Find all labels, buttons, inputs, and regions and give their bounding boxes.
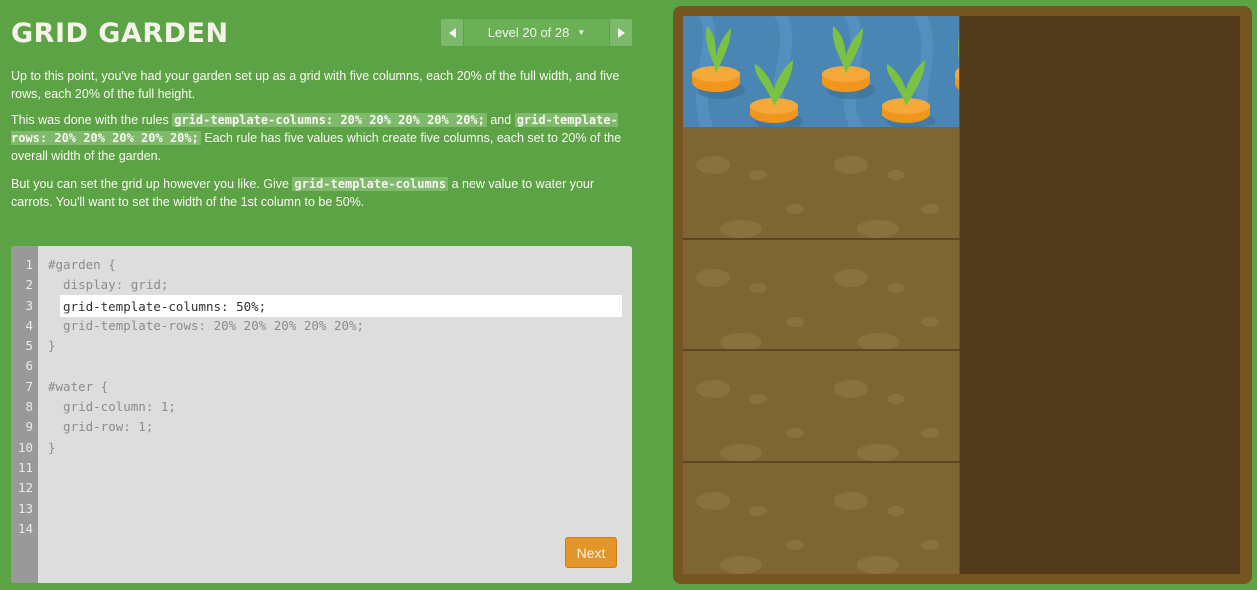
instruction-paragraph-2: This was done with the rules grid-templa… bbox=[11, 111, 633, 165]
line-numbers: 1 2 3 4 5 6 7 8 9 10 11 12 13 14 bbox=[11, 255, 33, 539]
soil-cell bbox=[683, 127, 960, 240]
code-snippet-property: grid-template-columns bbox=[292, 177, 449, 191]
line-number: 11 bbox=[17, 459, 33, 475]
water-cell bbox=[683, 16, 960, 127]
line-number: 8 bbox=[25, 399, 33, 415]
level-navigation: Level 20 of 28 ▼ bbox=[441, 19, 632, 46]
instructions: Up to this point, you've had your garden… bbox=[11, 67, 633, 221]
code-line: grid-column: 1; bbox=[48, 399, 176, 415]
triangle-right-icon bbox=[617, 27, 625, 38]
app-title: GRID GARDEN bbox=[11, 18, 229, 49]
soil-cell bbox=[683, 463, 960, 574]
code-line: } bbox=[48, 338, 56, 354]
carrot-icon bbox=[822, 26, 875, 99]
line-number: 1 bbox=[25, 257, 33, 272]
line-number: 13 bbox=[17, 500, 33, 516]
carrot-icon bbox=[955, 36, 959, 90]
soil-cell bbox=[683, 351, 960, 463]
instruction-paragraph-1: Up to this point, you've had your garden… bbox=[11, 69, 620, 101]
garden-grid bbox=[683, 16, 1240, 574]
soil-texture bbox=[696, 492, 939, 574]
next-level-arrow-button[interactable] bbox=[610, 19, 632, 46]
line-number: 3 bbox=[25, 297, 33, 313]
line-number: 7 bbox=[25, 378, 33, 394]
text: But you can set the grid up however you … bbox=[11, 177, 293, 191]
level-label: Level 20 of 28 bbox=[487, 25, 570, 40]
garden-frame bbox=[673, 6, 1252, 584]
line-number: 6 bbox=[25, 358, 33, 374]
triangle-left-icon bbox=[448, 27, 456, 38]
css-answer-input[interactable] bbox=[60, 295, 622, 317]
soil-texture bbox=[696, 156, 939, 238]
next-button[interactable]: Next bbox=[565, 537, 617, 568]
line-number: 14 bbox=[17, 520, 33, 536]
water-with-carrots bbox=[692, 16, 959, 127]
code-snippet-columns: grid-template-columns: 20% 20% 20% 20% 2… bbox=[172, 113, 487, 127]
instruction-paragraph-3: But you can set the grid up however you … bbox=[11, 175, 633, 211]
line-number: 12 bbox=[17, 480, 33, 496]
previous-level-button[interactable] bbox=[441, 19, 463, 46]
level-indicator[interactable]: Level 20 of 28 ▼ bbox=[464, 19, 609, 46]
code-line: grid-row: 1; bbox=[48, 419, 154, 435]
soil-cell bbox=[683, 240, 960, 351]
soil-texture bbox=[696, 269, 939, 349]
code-input-row bbox=[60, 295, 622, 317]
code-line: #garden { bbox=[48, 257, 116, 272]
code-line: #water { bbox=[48, 378, 109, 394]
line-number: 10 bbox=[17, 439, 33, 455]
line-number: 5 bbox=[25, 338, 33, 354]
line-number: 4 bbox=[25, 317, 33, 333]
line-number: 2 bbox=[25, 277, 33, 293]
caret-down-icon: ▼ bbox=[577, 28, 586, 37]
soil-texture bbox=[696, 380, 939, 461]
text: and bbox=[486, 113, 515, 127]
line-number: 9 bbox=[25, 419, 33, 435]
code-line: } bbox=[48, 439, 56, 455]
code-line: grid-template-rows: 20% 20% 20% 20% 20%; bbox=[48, 317, 365, 333]
css-editor: 1 2 3 4 5 6 7 8 9 10 11 12 13 14 #garden { display: g… bbox=[11, 246, 632, 583]
text: This was done with the rules bbox=[11, 113, 173, 127]
code-line: display: grid; bbox=[48, 277, 169, 293]
